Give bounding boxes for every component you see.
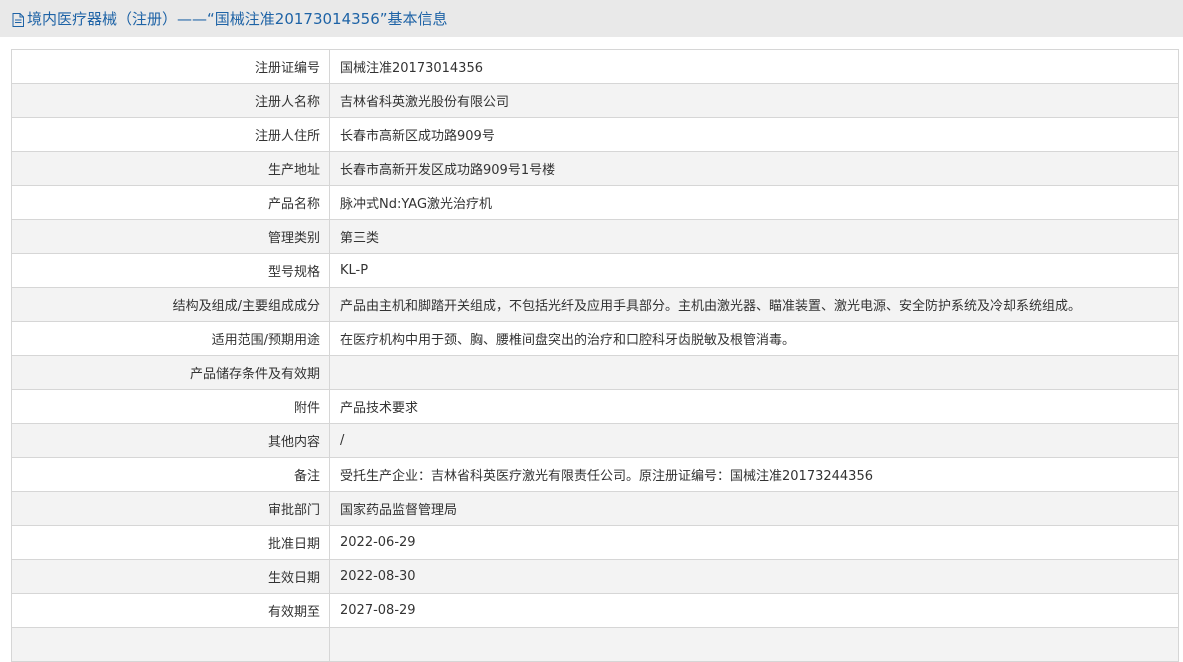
field-label — [11, 627, 330, 662]
field-value: 第三类 — [329, 219, 1179, 254]
field-label: 其他内容 — [11, 423, 330, 458]
field-value: 国械注准20173014356 — [329, 49, 1179, 84]
table-row: 适用范围/预期用途 在医疗机构中用于颈、胸、腰椎间盘突出的治疗和口腔科牙齿脱敏及根… — [11, 321, 1179, 356]
field-value: 国家药品监督管理局 — [329, 491, 1179, 526]
field-label: 有效期至 — [11, 593, 330, 628]
field-value: 长春市高新开发区成功路909号1号楼 — [329, 151, 1179, 186]
info-table: 注册证编号 国械注准20173014356 注册人名称 吉林省科英激光股份有限公司 注册… — [11, 49, 1179, 662]
table-row: 备注 受托生产企业：吉林省科英医疗激光有限责任公司。原注册证编号：国械注准2017… — [11, 457, 1179, 492]
field-label: 结构及组成/主要组成成分 — [11, 287, 330, 322]
table-row: 产品名称 脉冲式Nd:YAG激光治疗机 — [11, 185, 1179, 220]
table-row: 生效日期 2022-08-30 — [11, 559, 1179, 594]
field-label: 注册人名称 — [11, 83, 330, 118]
field-label: 生效日期 — [11, 559, 330, 594]
info-table-container: 注册证编号 国械注准20173014356 注册人名称 吉林省科英激光股份有限公司 注册… — [11, 49, 1179, 662]
field-label: 型号规格 — [11, 253, 330, 288]
field-value: 产品由主机和脚踏开关组成，不包括光纤及应用手具部分。主机由激光器、瞄准装置、激光… — [329, 287, 1179, 322]
table-row: 生产地址 长春市高新开发区成功路909号1号楼 — [11, 151, 1179, 186]
field-value: 在医疗机构中用于颈、胸、腰椎间盘突出的治疗和口腔科牙齿脱敏及根管消毒。 — [329, 321, 1179, 356]
field-value: 2022-08-30 — [329, 559, 1179, 594]
table-row: 审批部门 国家药品监督管理局 — [11, 491, 1179, 526]
field-label: 附件 — [11, 389, 330, 424]
table-row: 产品储存条件及有效期 — [11, 355, 1179, 390]
field-value: 2022-06-29 — [329, 525, 1179, 560]
field-label: 适用范围/预期用途 — [11, 321, 330, 356]
page-title: 境内医疗器械（注册）——“国械注准20173014356”基本信息 — [27, 10, 448, 28]
field-label: 管理类别 — [11, 219, 330, 254]
field-value: KL-P — [329, 253, 1179, 288]
field-value — [329, 627, 1179, 662]
field-label: 产品名称 — [11, 185, 330, 220]
page-header: 境内医疗器械（注册）——“国械注准20173014356”基本信息 — [0, 0, 1183, 37]
field-label: 产品储存条件及有效期 — [11, 355, 330, 390]
field-label: 备注 — [11, 457, 330, 492]
field-value: 产品技术要求 — [329, 389, 1179, 424]
field-label: 注册人住所 — [11, 117, 330, 152]
table-row: 注册人住所 长春市高新区成功路909号 — [11, 117, 1179, 152]
field-label: 审批部门 — [11, 491, 330, 526]
table-row: 型号规格 KL-P — [11, 253, 1179, 288]
table-row: 注册人名称 吉林省科英激光股份有限公司 — [11, 83, 1179, 118]
table-row: 管理类别 第三类 — [11, 219, 1179, 254]
table-row: 附件 产品技术要求 — [11, 389, 1179, 424]
field-value — [329, 355, 1179, 390]
table-row: 其他内容 / — [11, 423, 1179, 458]
field-value: 2027-08-29 — [329, 593, 1179, 628]
document-icon — [12, 12, 24, 27]
field-value: 脉冲式Nd:YAG激光治疗机 — [329, 185, 1179, 220]
field-value: 受托生产企业：吉林省科英医疗激光有限责任公司。原注册证编号：国械注准201732… — [329, 457, 1179, 492]
table-row: 结构及组成/主要组成成分 产品由主机和脚踏开关组成，不包括光纤及应用手具部分。主机… — [11, 287, 1179, 322]
field-value: / — [329, 423, 1179, 458]
field-label: 生产地址 — [11, 151, 330, 186]
field-label: 注册证编号 — [11, 49, 330, 84]
field-label: 批准日期 — [11, 525, 330, 560]
table-row: 有效期至 2027-08-29 — [11, 593, 1179, 628]
table-row: 批准日期 2022-06-29 — [11, 525, 1179, 560]
field-value: 长春市高新区成功路909号 — [329, 117, 1179, 152]
table-row — [11, 627, 1179, 662]
field-value: 吉林省科英激光股份有限公司 — [329, 83, 1179, 118]
table-row: 注册证编号 国械注准20173014356 — [11, 49, 1179, 84]
